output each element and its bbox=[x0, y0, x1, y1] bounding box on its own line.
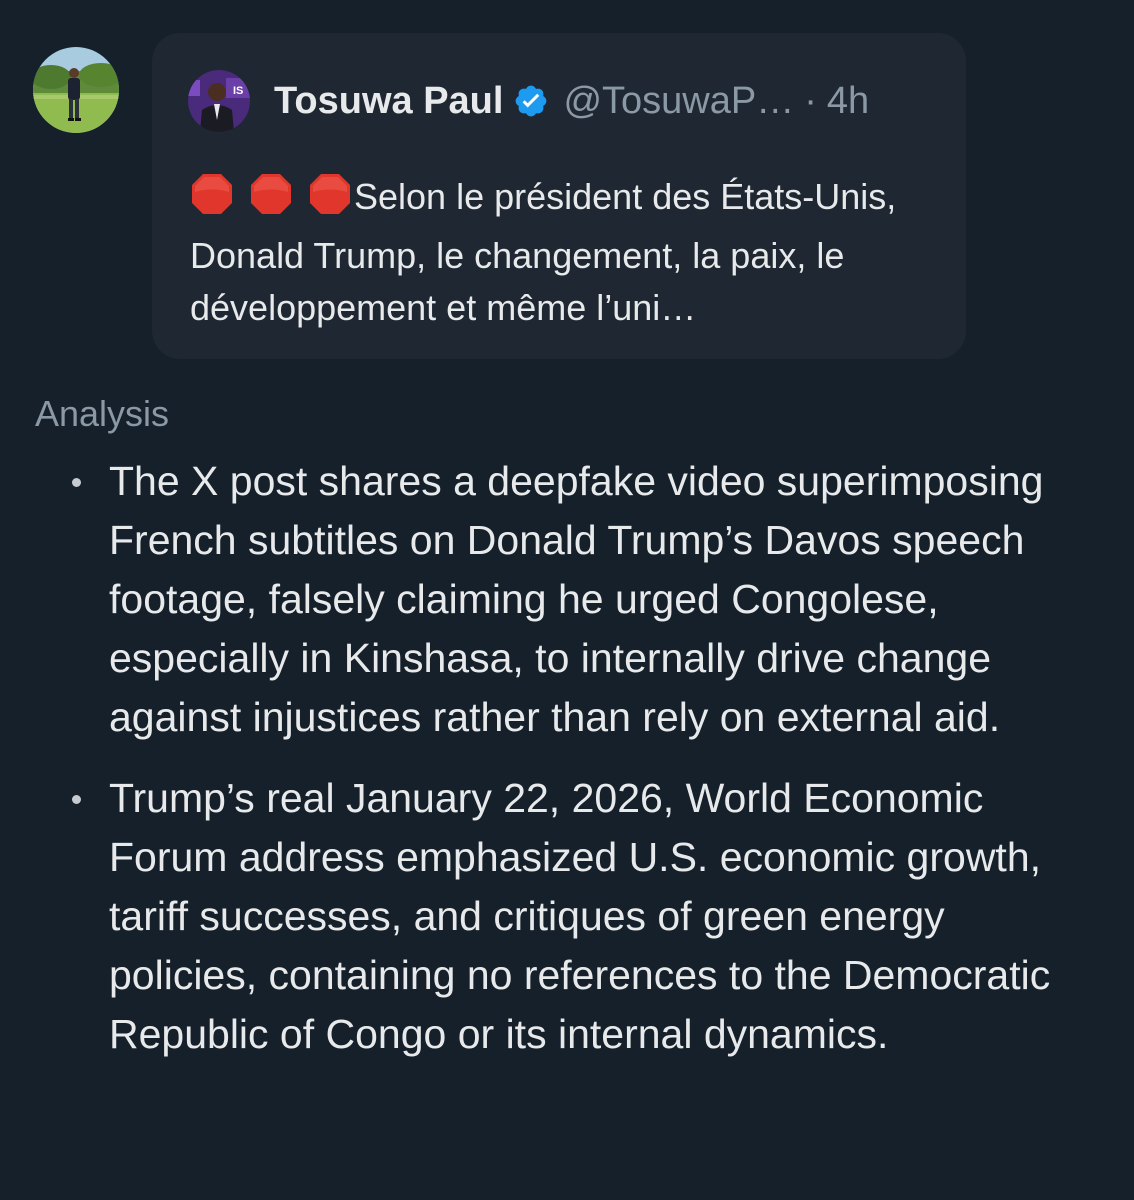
analysis-bullet-text: Trump’s real January 22, 2026, World Eco… bbox=[109, 775, 1051, 1057]
stop-sign-icon bbox=[308, 172, 352, 216]
header-separator: · bbox=[804, 79, 817, 122]
analysis-bullet: Trump’s real January 22, 2026, World Eco… bbox=[0, 769, 1134, 1064]
post-timestamp[interactable]: 4h bbox=[827, 80, 869, 123]
stop-sign-icon bbox=[190, 172, 234, 216]
analysis-bullet: The X post shares a deepfake video super… bbox=[0, 452, 1134, 747]
quoted-author-avatar[interactable]: IS bbox=[188, 70, 250, 132]
stop-sign-icon bbox=[249, 172, 293, 216]
quoted-author-handle[interactable]: @TosuwaP… bbox=[563, 80, 794, 123]
analysis-list: The X post shares a deepfake video super… bbox=[0, 452, 1134, 1086]
quoted-post-card[interactable]: IS Tosuwa Paul @TosuwaP… · 4h Selon le p… bbox=[152, 33, 966, 359]
stop-sign-emojis bbox=[190, 172, 352, 230]
svg-text:IS: IS bbox=[233, 85, 243, 97]
quoted-author-name[interactable]: Tosuwa Paul bbox=[274, 80, 503, 123]
analysis-heading: Analysis bbox=[35, 393, 170, 434]
analysis-bullet-text: The X post shares a deepfake video super… bbox=[109, 458, 1044, 740]
quoted-post-text: Selon le président des États-Unis, Donal… bbox=[190, 171, 940, 334]
verified-badge-icon bbox=[513, 83, 549, 119]
user-avatar-photo bbox=[33, 47, 119, 133]
bullet-dot-icon bbox=[72, 795, 81, 804]
quoted-author-avatar-photo: IS bbox=[188, 70, 250, 132]
bullet-dot-icon bbox=[72, 478, 81, 487]
user-avatar[interactable] bbox=[33, 47, 119, 133]
quoted-post-header: IS Tosuwa Paul @TosuwaP… · 4h bbox=[188, 69, 869, 133]
